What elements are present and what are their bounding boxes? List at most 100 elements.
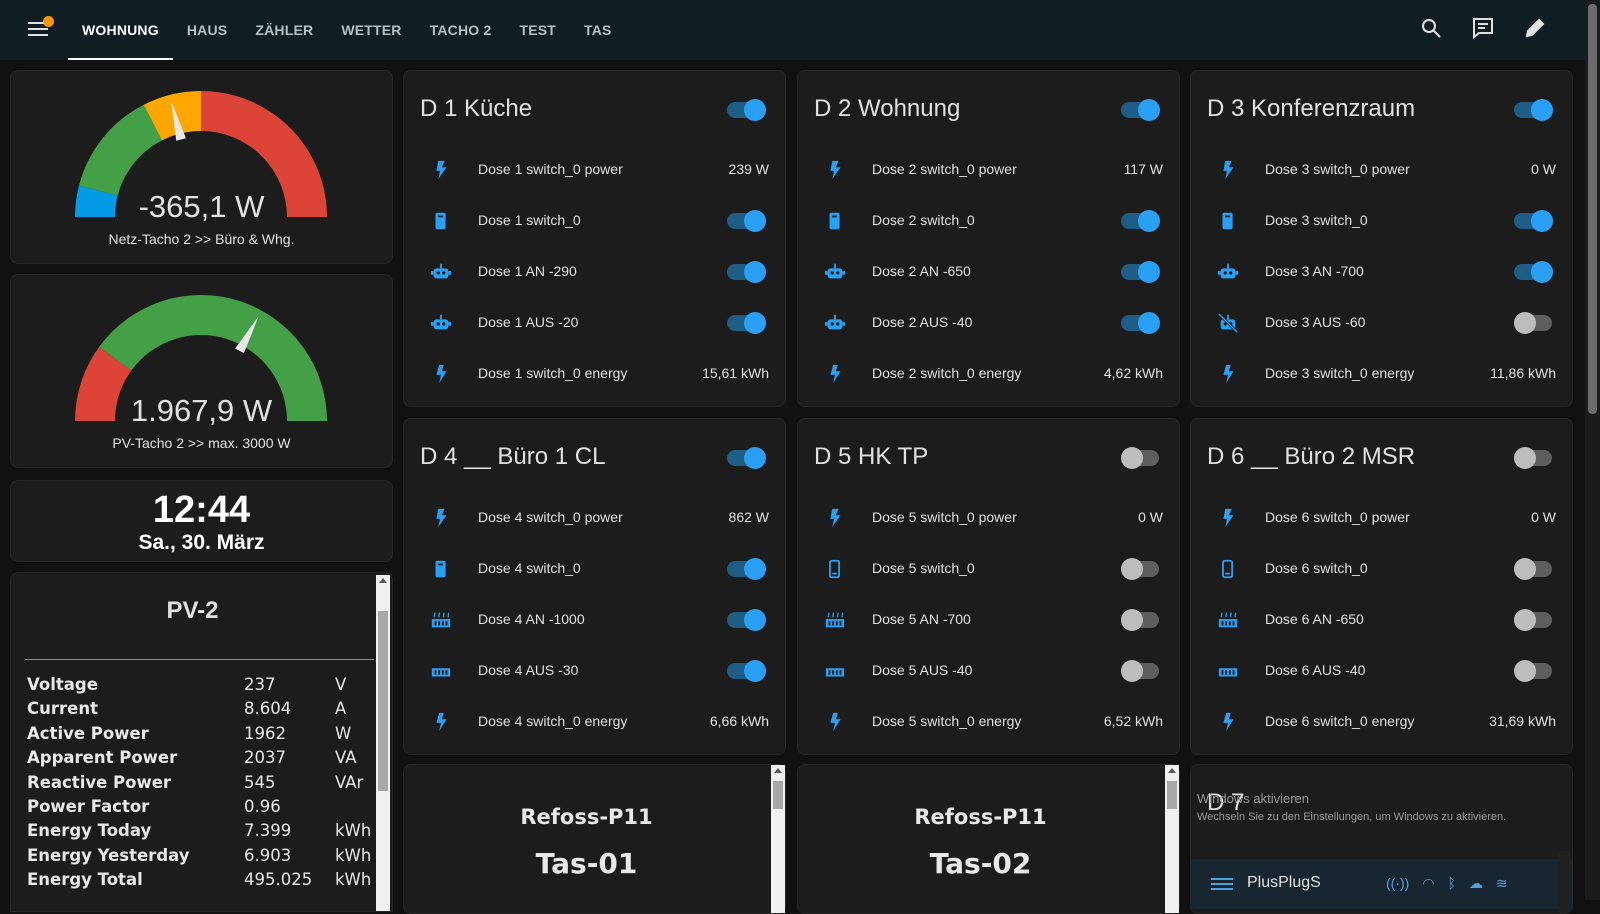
- pv2-unit: kWh: [335, 845, 372, 865]
- tas-scrollbar[interactable]: [771, 765, 785, 913]
- pv2-value: 0.96: [244, 796, 281, 816]
- d7-card: D 7 Windows aktivieren Wechseln Sie zu d…: [1190, 764, 1573, 914]
- entity-row[interactable]: Dose 5 switch_0: [798, 554, 1179, 584]
- entity-row[interactable]: Dose 4 switch_0 energy 6,66 kWh: [404, 707, 785, 737]
- notification-dot: [43, 16, 54, 27]
- entity-label: Dose 2 AUS -40: [872, 314, 973, 330]
- device-master-toggle[interactable]: [1121, 447, 1159, 469]
- entity-toggle[interactable]: [1121, 660, 1159, 682]
- entity-row[interactable]: Dose 6 switch_0 power 0 W: [1191, 503, 1572, 533]
- pv2-label: Energy Total: [27, 870, 143, 890]
- entity-row[interactable]: Dose 2 switch_0 power 117 W: [798, 155, 1179, 185]
- entity-toggle[interactable]: [1514, 609, 1552, 631]
- entity-row[interactable]: Dose 2 AN -650: [798, 257, 1179, 287]
- entity-row[interactable]: Dose 1 switch_0 energy 15,61 kWh: [404, 359, 785, 389]
- cloud-icon: ☁: [1468, 875, 1483, 891]
- entity-row[interactable]: Dose 2 switch_0 energy 4,62 kWh: [798, 359, 1179, 389]
- entity-toggle[interactable]: [727, 609, 766, 631]
- entity-row[interactable]: Dose 5 switch_0 power 0 W: [798, 503, 1179, 533]
- entity-value: 0 W: [1138, 509, 1163, 525]
- entity-row[interactable]: Dose 2 switch_0: [798, 206, 1179, 236]
- entity-label: Dose 1 AUS -20: [478, 314, 579, 330]
- edit-pencil-icon[interactable]: [1523, 16, 1547, 40]
- entity-toggle[interactable]: [1121, 558, 1159, 580]
- entity-row[interactable]: Dose 2 AUS -40: [798, 308, 1179, 338]
- device-master-toggle[interactable]: [1514, 447, 1552, 469]
- entity-toggle[interactable]: [1121, 261, 1160, 283]
- entity-value: 31,69 kWh: [1489, 713, 1556, 729]
- tab-tacho-2[interactable]: TACHO 2: [416, 0, 506, 60]
- entity-toggle[interactable]: [1514, 312, 1552, 334]
- flash-icon: [1217, 507, 1239, 529]
- tab-test[interactable]: TEST: [505, 0, 570, 60]
- gauge-value: 1.967,9 W: [130, 393, 273, 428]
- tas-scrollbar[interactable]: [1165, 765, 1179, 913]
- entity-row[interactable]: Dose 4 switch_0 power 862 W: [404, 503, 785, 533]
- robot-icon: [1217, 261, 1239, 283]
- entity-row[interactable]: Dose 3 AUS -60: [1191, 308, 1572, 338]
- entity-toggle[interactable]: [1514, 210, 1553, 232]
- entity-row[interactable]: Dose 6 switch_0: [1191, 554, 1572, 584]
- entity-label: Dose 3 switch_0 energy: [1265, 365, 1415, 381]
- entity-toggle[interactable]: [1121, 609, 1159, 631]
- device-master-toggle[interactable]: [1121, 99, 1160, 121]
- pv2-scrollbar[interactable]: [376, 575, 390, 911]
- robot-icon: [824, 261, 846, 283]
- entity-toggle[interactable]: [1121, 312, 1160, 334]
- entity-row[interactable]: Dose 3 AN -700: [1191, 257, 1572, 287]
- entity-label: Dose 6 AUS -40: [1265, 662, 1366, 678]
- gauge-card-pv[interactable]: 1.967,9 W PV-Tacho 2 >> max. 3000 W: [10, 274, 393, 468]
- device-card: D 6 __ Büro 2 MSR Dose 6 switch_0 power 0 …: [1190, 418, 1573, 755]
- entity-label: Dose 2 AN -650: [872, 263, 971, 279]
- d7-scrollbar[interactable]: [1558, 851, 1570, 913]
- entity-row[interactable]: Dose 4 AUS -30: [404, 656, 785, 686]
- entity-toggle[interactable]: [1514, 261, 1553, 283]
- entity-label: Dose 3 AUS -60: [1265, 314, 1366, 330]
- entity-toggle[interactable]: [1121, 210, 1160, 232]
- entity-row[interactable]: Dose 3 switch_0: [1191, 206, 1572, 236]
- entity-row[interactable]: Dose 3 switch_0 power 0 W: [1191, 155, 1572, 185]
- entity-row[interactable]: Dose 1 switch_0: [404, 206, 785, 236]
- entity-toggle[interactable]: [727, 261, 766, 283]
- tab-tas[interactable]: TAS: [570, 0, 626, 60]
- entity-toggle[interactable]: [727, 558, 766, 580]
- page-scrollbar[interactable]: [1585, 0, 1600, 900]
- clock-time: 12:44: [152, 489, 251, 531]
- entity-row[interactable]: Dose 1 switch_0 power 239 W: [404, 155, 785, 185]
- entity-toggle[interactable]: [1514, 660, 1552, 682]
- entity-row[interactable]: Dose 3 switch_0 energy 11,86 kWh: [1191, 359, 1572, 389]
- entity-row[interactable]: Dose 6 AN -650: [1191, 605, 1572, 635]
- entity-row[interactable]: Dose 5 AUS -40: [798, 656, 1179, 686]
- entity-toggle[interactable]: [1514, 558, 1552, 580]
- tab-haus[interactable]: HAUS: [173, 0, 241, 60]
- tas-device-name: Tas-01: [535, 847, 638, 880]
- entity-row[interactable]: Dose 5 switch_0 energy 6,52 kWh: [798, 707, 1179, 737]
- entity-row[interactable]: Dose 4 AN -1000: [404, 605, 785, 635]
- entity-toggle[interactable]: [727, 210, 766, 232]
- entity-row[interactable]: Dose 1 AUS -20: [404, 308, 785, 338]
- gauge-card-netz[interactable]: -365,1 W Netz-Tacho 2 >> Büro & Whg.: [10, 70, 393, 264]
- device-master-toggle[interactable]: [727, 447, 766, 469]
- tab-wetter[interactable]: WETTER: [327, 0, 415, 60]
- entity-row[interactable]: Dose 1 AN -290: [404, 257, 785, 287]
- plug-outline-icon: [824, 558, 846, 580]
- pv2-unit: V: [335, 675, 347, 694]
- device-master-toggle[interactable]: [727, 99, 766, 121]
- device-master-toggle[interactable]: [1514, 99, 1553, 121]
- entity-toggle[interactable]: [727, 312, 766, 334]
- entity-toggle[interactable]: [727, 660, 766, 682]
- tab-zaehler[interactable]: ZÄHLER: [241, 0, 327, 60]
- assist-chat-icon[interactable]: [1471, 16, 1495, 40]
- search-icon[interactable]: [1419, 16, 1443, 40]
- entity-row[interactable]: Dose 6 AUS -40: [1191, 656, 1572, 686]
- entity-label: Dose 4 switch_0 energy: [478, 713, 628, 729]
- entity-row[interactable]: Dose 6 switch_0 energy 31,69 kWh: [1191, 707, 1572, 737]
- entity-row[interactable]: Dose 4 switch_0: [404, 554, 785, 584]
- tas-card-02: Refoss-P11 Tas-02: [797, 764, 1180, 914]
- tab-wohnung[interactable]: WOHNUNG: [68, 0, 173, 60]
- menu-icon[interactable]: [1211, 875, 1233, 893]
- entity-value: 6,66 kWh: [709, 713, 769, 729]
- entity-row[interactable]: Dose 5 AN -700: [798, 605, 1179, 635]
- pv2-unit: kWh: [335, 870, 372, 890]
- device-card: D 2 Wohnung Dose 2 switch_0 power 117 W Dos…: [797, 70, 1180, 407]
